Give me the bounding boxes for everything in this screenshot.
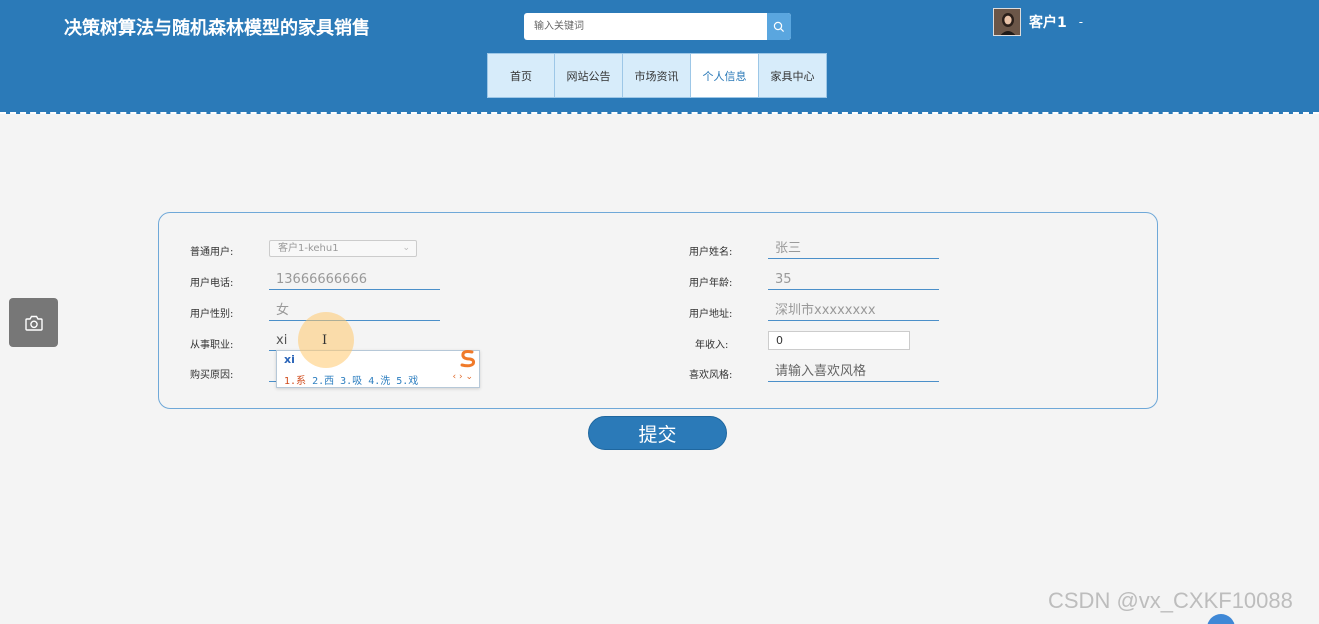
watermark: CSDN @vx_CXKF10088 bbox=[1048, 588, 1293, 613]
main-nav: 首页 网站公告 市场资讯 个人信息 家具中心 bbox=[487, 53, 827, 98]
ime-candidate-list[interactable]: 2.西 3.吸 4.洗 5.戏 bbox=[312, 376, 418, 387]
ime-candidates: 1.系 2.西 3.吸 4.洗 5.戏 bbox=[284, 372, 418, 387]
occupation-field[interactable]: xi bbox=[269, 331, 440, 351]
nav-item-market-news[interactable]: 市场资讯 bbox=[623, 53, 691, 98]
occupation-label: 从事职业: bbox=[190, 340, 234, 351]
avatar bbox=[993, 8, 1021, 36]
camera-button[interactable] bbox=[9, 298, 58, 347]
search-box bbox=[524, 13, 791, 40]
search-icon bbox=[773, 21, 785, 32]
user-type-label: 普通用户: bbox=[190, 247, 234, 258]
address-field[interactable]: 深圳市xxxxxxxx bbox=[768, 301, 939, 321]
name-label: 用户姓名: bbox=[689, 247, 733, 258]
user-type-select[interactable]: 客户1-kehu1 ⌄ bbox=[269, 240, 417, 257]
income-field[interactable]: 0 bbox=[768, 331, 910, 350]
style-field[interactable]: 请输入喜欢风格 bbox=[768, 362, 939, 382]
text-cursor-icon: I bbox=[322, 333, 328, 348]
user-name: 客户1 bbox=[1029, 15, 1067, 31]
search-input[interactable] bbox=[524, 13, 767, 40]
address-label: 用户地址: bbox=[689, 309, 733, 320]
submit-button[interactable]: 提交 bbox=[588, 416, 727, 450]
ime-logo-icon bbox=[460, 350, 476, 368]
ime-candidate-first[interactable]: 1.系 bbox=[284, 376, 306, 387]
nav-item-personal-info[interactable]: 个人信息 bbox=[691, 53, 759, 98]
income-label: 年收入: bbox=[695, 340, 729, 351]
ime-page-nav-icon[interactable]: ‹ › ⌄ bbox=[453, 372, 473, 382]
nav-item-announcements[interactable]: 网站公告 bbox=[555, 53, 623, 98]
header-bar: 决策树算法与随机森林模型的家具销售 客户1 - 首页 网站公告 市场资讯 个人信… bbox=[0, 0, 1319, 114]
age-label: 用户年龄: bbox=[689, 278, 733, 289]
phone-field[interactable]: 13666666666 bbox=[269, 270, 440, 290]
search-button[interactable] bbox=[767, 13, 791, 40]
scroll-top-button[interactable] bbox=[1207, 614, 1235, 624]
camera-icon bbox=[24, 315, 43, 331]
purchase-reason-label: 购买原因: bbox=[190, 370, 234, 381]
user-menu[interactable]: 客户1 - bbox=[993, 8, 1083, 36]
name-field[interactable]: 张三 bbox=[768, 239, 939, 259]
gender-label: 用户性别: bbox=[190, 309, 234, 320]
phone-label: 用户电话: bbox=[190, 278, 234, 289]
chevron-down-icon: ⌄ bbox=[402, 243, 410, 253]
style-label: 喜欢风格: bbox=[689, 370, 733, 381]
ime-typed-text: xi bbox=[284, 353, 295, 366]
nav-item-furniture-center[interactable]: 家具中心 bbox=[759, 53, 827, 98]
age-field[interactable]: 35 bbox=[768, 270, 939, 290]
nav-item-home[interactable]: 首页 bbox=[487, 53, 555, 98]
site-title: 决策树算法与随机森林模型的家具销售 bbox=[64, 18, 370, 39]
gender-field[interactable]: 女 bbox=[269, 301, 440, 321]
user-caret-icon: - bbox=[1078, 15, 1084, 29]
